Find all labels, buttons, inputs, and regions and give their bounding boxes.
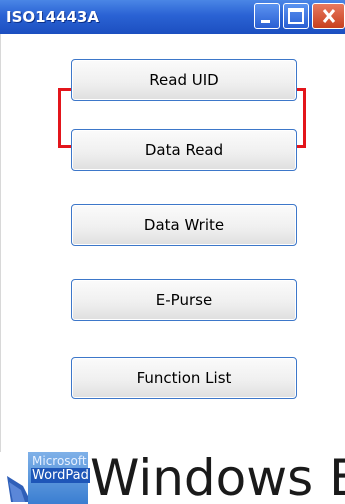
data-write-button[interactable]: Data Write xyxy=(71,204,297,246)
wordpad-icon-label[interactable]: WordPad xyxy=(31,468,90,483)
client-area: Read UID Data Read Data Write E-Purse Fu… xyxy=(0,34,345,452)
wordpad-icon-top-text: Microsoft xyxy=(32,454,87,468)
close-icon xyxy=(322,9,336,23)
window-title: ISO14443A xyxy=(6,8,99,26)
maximize-button[interactable] xyxy=(283,3,309,29)
minimize-button[interactable] xyxy=(254,3,280,29)
read-uid-button[interactable]: Read UID xyxy=(71,59,297,101)
close-button[interactable] xyxy=(312,3,345,29)
maximize-icon xyxy=(288,8,304,24)
desktop-background: Microsoft WordPad Windows E xyxy=(0,452,345,504)
e-purse-button[interactable]: E-Purse xyxy=(71,279,297,321)
data-read-button[interactable]: Data Read xyxy=(71,129,297,171)
title-bar[interactable]: ISO14443A xyxy=(0,0,345,34)
function-list-button[interactable]: Function List xyxy=(71,357,297,399)
minimize-icon xyxy=(261,20,270,23)
windows-banner-text: Windows E xyxy=(90,452,345,504)
